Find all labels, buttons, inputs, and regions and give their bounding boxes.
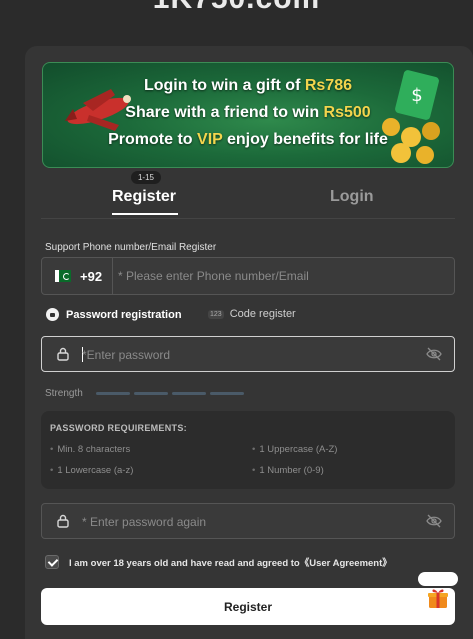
password-requirements: PASSWORD REQUIREMENTS: Min. 8 characters… [41,411,455,489]
code-mode-label: Code register [229,308,296,320]
version-badge: 1-15 [131,171,161,184]
agreement-checkbox[interactable] [45,555,59,569]
tab-register[interactable]: Register [112,188,176,206]
requirement-item: 1 Number (0-9) [252,465,323,476]
agreement-row: I am over 18 years old and have read and… [45,555,392,569]
gift-bubble [418,572,458,586]
strength-bar-segment [172,392,206,395]
requirement-item: 1 Lowercase (a-z) [50,465,133,476]
confirm-password-input[interactable] [82,512,412,532]
phone-separator [112,258,113,294]
requirement-item: Min. 8 characters [50,444,130,455]
lock-icon [57,347,69,361]
code-mode-icon: 123 [208,309,224,319]
register-button[interactable]: Register [41,588,455,625]
tab-login[interactable]: Login [330,188,374,206]
password-field [41,336,455,372]
eye-hidden-icon[interactable] [426,347,442,361]
strength-bar-segment [134,392,168,395]
svg-text:$: $ [411,85,422,106]
agreement-text[interactable]: I am over 18 years old and have read and… [69,555,392,569]
password-mode-icon [46,308,59,321]
password-registration-option[interactable]: Password registration [46,308,182,321]
coins-icon: $ [382,70,440,164]
country-code[interactable]: +92 [80,269,102,284]
phone-field: +92 [41,257,455,295]
strength-bar-segment [96,392,130,395]
support-label: Support Phone number/Email Register [45,242,217,253]
requirement-item: 1 Uppercase (A-Z) [252,444,337,455]
eye-hidden-icon[interactable] [426,514,442,528]
confirm-password-field [41,503,455,539]
lock-icon [57,514,69,528]
strength-bar-segment [210,392,244,395]
code-register-option[interactable]: 123 Code register [208,308,296,320]
active-tab-indicator [112,213,178,215]
password-mode-label: Password registration [66,308,182,321]
brand-logo: 1K750.com [0,0,473,16]
gift-icon[interactable] [426,586,450,610]
phone-email-input[interactable] [118,266,438,286]
requirements-title: PASSWORD REQUIREMENTS: [50,423,187,433]
tab-divider [41,218,455,219]
strength-label: Strength [45,388,83,399]
password-input[interactable] [82,345,412,365]
promo-banner[interactable]: Login to win a gift of Rs786 Share with … [42,62,454,168]
pakistan-flag-icon[interactable] [55,270,71,282]
